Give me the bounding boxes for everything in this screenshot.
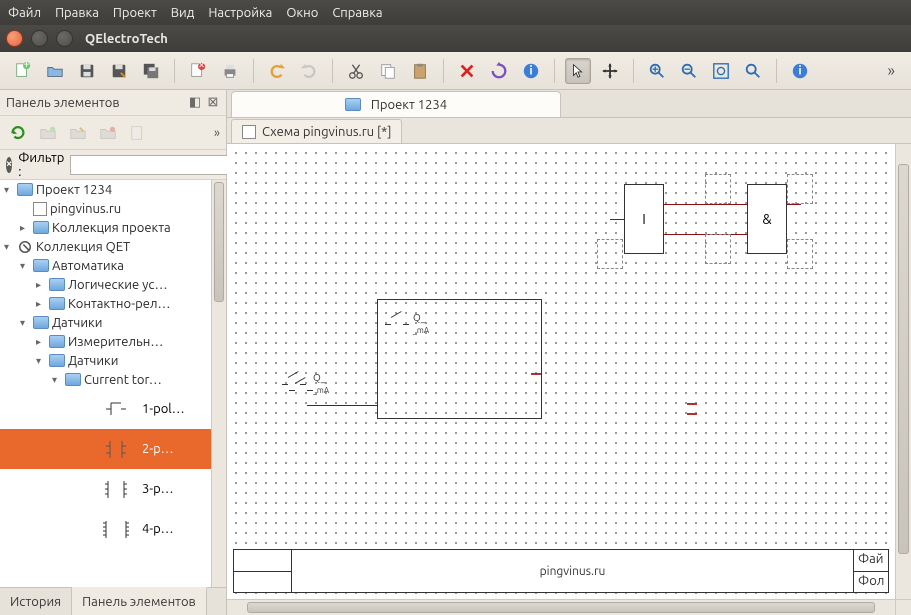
svg-text:i: i: [798, 64, 801, 77]
pointer-tool-button[interactable]: [565, 58, 591, 84]
menu-project[interactable]: Проект: [113, 6, 157, 20]
zoom-in-button[interactable]: [644, 58, 670, 84]
element-3pol[interactable]: 3-p…: [0, 469, 211, 509]
save-as-button[interactable]: [106, 58, 132, 84]
element-1pol[interactable]: 1-pol…: [0, 389, 211, 429]
info-button[interactable]: i: [518, 58, 544, 84]
folder-icon: [345, 98, 361, 111]
tab-elements[interactable]: Панель элементов: [72, 587, 207, 615]
main-toolbar: + × i i »: [0, 52, 911, 90]
elements-tree[interactable]: ▾Проект 1234 pingvinus.ru ▸Коллекция про…: [0, 180, 211, 587]
window-titlebar: QElectroTech: [0, 25, 911, 52]
panel-float-button[interactable]: ◧: [188, 96, 202, 110]
terminal-1[interactable]: [531, 369, 541, 379]
redo-button[interactable]: [296, 58, 322, 84]
panel-new-folder-button[interactable]: [36, 121, 60, 145]
new-project-button[interactable]: +: [10, 58, 36, 84]
menu-view[interactable]: Вид: [171, 6, 195, 20]
tree-scrollbar[interactable]: [211, 180, 226, 587]
delete-button[interactable]: [454, 58, 480, 84]
menu-help[interactable]: Справка: [332, 6, 382, 20]
copy-button[interactable]: [375, 58, 401, 84]
zoom-fit-button[interactable]: [708, 58, 734, 84]
zoom-reset-button[interactable]: [740, 58, 766, 84]
open-button[interactable]: [42, 58, 68, 84]
filter-clear-button[interactable]: ×: [6, 157, 12, 173]
schematic-canvas[interactable]: I & Q_ _mA: [227, 144, 895, 599]
save-button[interactable]: [74, 58, 100, 84]
app-menubar: Файл Правка Проект Вид Настройка Окно Сп…: [0, 0, 911, 25]
panel-title: Панель элементов: [6, 96, 184, 110]
menu-window[interactable]: Окно: [286, 6, 318, 20]
panel-close-button[interactable]: ⊠: [206, 96, 220, 110]
canvas-hscrollbar[interactable]: [227, 599, 895, 615]
switch-q1[interactable]: [385, 314, 409, 336]
rotate-button[interactable]: [486, 58, 512, 84]
filter-input[interactable]: [70, 155, 251, 175]
zoom-out-button[interactable]: [676, 58, 702, 84]
title-block: pingvinus.ru Фай Фол: [233, 549, 889, 593]
window-close-button[interactable]: [6, 30, 23, 47]
panel-overflow-button[interactable]: »: [214, 126, 220, 140]
filter-label: Фильтр :: [18, 151, 64, 179]
close-project-button[interactable]: ×: [185, 58, 211, 84]
panel-import-button[interactable]: [126, 121, 150, 145]
print-button[interactable]: [217, 58, 243, 84]
window-minimize-button[interactable]: [31, 30, 48, 47]
move-tool-button[interactable]: [597, 58, 623, 84]
title-block-name: pingvinus.ru: [292, 550, 854, 592]
svg-text:i: i: [529, 64, 532, 77]
panel-edit-folder-button[interactable]: [66, 121, 90, 145]
main-area: Проект 1234 Схема pingvinus.ru [*] I &: [227, 90, 911, 615]
cut-button[interactable]: [343, 58, 369, 84]
save-all-button[interactable]: [138, 58, 164, 84]
tab-history[interactable]: История: [0, 588, 72, 615]
terminal-2[interactable]: [687, 399, 697, 409]
about-button[interactable]: i: [787, 58, 813, 84]
elements-panel: Панель элементов ◧ ⊠ » × Фильтр : ▾Проек…: [0, 90, 227, 615]
menu-edit[interactable]: Правка: [55, 6, 99, 20]
gate-and[interactable]: &: [747, 184, 787, 254]
undo-button[interactable]: [264, 58, 290, 84]
paste-button[interactable]: [407, 58, 433, 84]
window-title: QElectroTech: [85, 32, 168, 46]
element-4pol[interactable]: 4-p…: [0, 509, 211, 549]
window-maximize-button[interactable]: [56, 30, 73, 47]
menu-settings[interactable]: Настройка: [208, 6, 272, 20]
menu-file[interactable]: Файл: [8, 6, 41, 20]
element-2pol[interactable]: 2-p…: [0, 429, 211, 469]
document-icon: [242, 125, 256, 139]
canvas-vscrollbar[interactable]: [895, 144, 911, 599]
gate-buffer[interactable]: I: [624, 184, 664, 254]
toolbar-overflow-button[interactable]: »: [881, 62, 901, 80]
svg-text:×: ×: [198, 62, 205, 71]
sheet-tab[interactable]: Схема pingvinus.ru [*]: [231, 119, 402, 143]
project-tab[interactable]: Проект 1234: [231, 91, 561, 117]
svg-text:+: +: [23, 62, 30, 70]
panel-reload-button[interactable]: [6, 121, 30, 145]
panel-delete-folder-button[interactable]: [96, 121, 120, 145]
